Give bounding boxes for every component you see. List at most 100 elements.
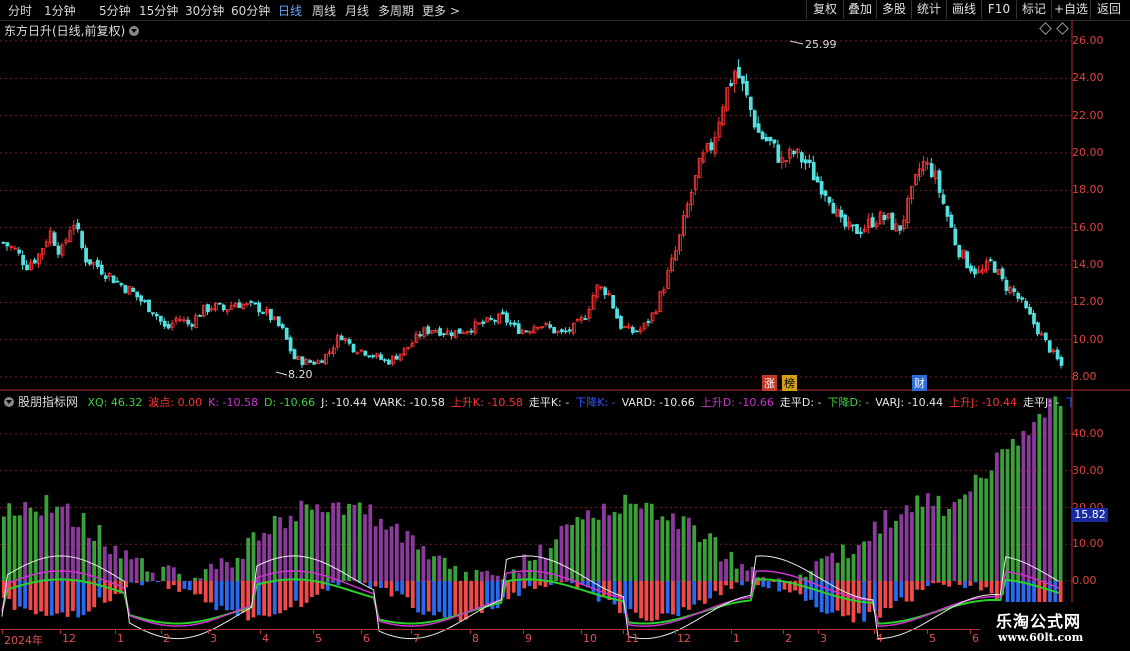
neg-bar	[209, 581, 213, 602]
neg-bar	[921, 581, 925, 590]
candle-body	[1033, 313, 1036, 323]
candle-body	[800, 153, 803, 162]
candle-body	[777, 145, 780, 162]
candle-body	[1025, 301, 1028, 307]
candle-body	[741, 76, 744, 83]
candle-body	[340, 336, 343, 340]
candle-body	[443, 334, 446, 335]
neg-bar	[517, 581, 521, 596]
xq-bar	[236, 558, 240, 581]
xq-bar	[167, 565, 171, 581]
candle-body	[372, 356, 375, 357]
xq-bar	[432, 556, 436, 581]
candle-body	[458, 329, 461, 334]
price-tick-label: 10.00	[1072, 333, 1104, 346]
candle-body	[1048, 341, 1051, 352]
neg-bar	[310, 581, 314, 597]
date-tick-label: 11	[625, 632, 639, 645]
date-tick-label: 12	[677, 632, 691, 645]
neg-bar	[294, 581, 298, 601]
xq-bar	[586, 510, 590, 581]
neg-bar	[894, 581, 898, 601]
candle-body	[33, 260, 36, 263]
xq-bar	[926, 493, 930, 581]
candle-body	[384, 360, 387, 361]
neg-bar	[979, 581, 983, 590]
xq-bar	[602, 504, 606, 581]
xq-bar	[1059, 406, 1063, 581]
date-tick-mark	[313, 630, 314, 634]
xq-bar	[220, 558, 224, 581]
neg-bar	[639, 581, 643, 618]
candle-body	[1021, 298, 1024, 299]
candle-body	[155, 314, 158, 316]
neg-bar	[485, 581, 489, 605]
candle-body	[958, 245, 961, 256]
candle-body	[124, 286, 127, 293]
neg-bar	[39, 581, 43, 611]
low-label: 8.20	[288, 368, 313, 381]
candle-body	[513, 323, 516, 325]
candle-body	[238, 303, 241, 308]
candle-body	[840, 210, 843, 217]
xq-bar	[1032, 422, 1036, 581]
candle-body	[946, 206, 949, 216]
current-value-badge: 15.82	[1072, 508, 1108, 522]
candle-body	[505, 313, 508, 322]
xq-bar	[995, 453, 999, 581]
neg-bar	[809, 581, 813, 600]
indicator-value: 波点: 0.00	[148, 396, 202, 409]
candle-body	[470, 331, 473, 332]
candle-body	[966, 252, 969, 268]
candle-body	[100, 265, 103, 274]
indicator-value: 下	[1065, 396, 1072, 409]
candle-body	[502, 312, 505, 314]
neg-bar	[724, 581, 728, 585]
xq-bar	[522, 554, 526, 581]
xq-bar	[931, 506, 935, 581]
kline-chart[interactable]	[0, 0, 1130, 650]
neg-bar	[156, 581, 160, 582]
date-tick-label: 6	[363, 632, 370, 645]
price-tick-label: 14.00	[1072, 258, 1104, 271]
neg-bar	[719, 581, 723, 595]
xq-bar	[990, 470, 994, 581]
neg-bar	[650, 581, 654, 621]
candle-body	[218, 303, 221, 304]
neg-bar	[883, 581, 887, 608]
xq-bar	[937, 496, 941, 581]
tag-ranking[interactable]: 榜	[782, 375, 797, 391]
neg-bar	[198, 581, 202, 594]
date-tick-label: 3	[210, 632, 217, 645]
xq-bar	[878, 534, 882, 581]
candle-body	[970, 266, 973, 271]
date-tick-label: 1	[117, 632, 124, 645]
xq-bar	[650, 504, 654, 581]
xq-bar	[66, 504, 70, 581]
candle-body	[321, 361, 324, 363]
candle-body	[753, 111, 756, 127]
xq-bar	[984, 479, 988, 581]
chevron-down-icon[interactable]	[4, 397, 14, 407]
xq-bar	[145, 571, 149, 581]
candle-body	[891, 213, 894, 229]
xq-bar	[331, 503, 335, 581]
tag-finance[interactable]: 财	[912, 375, 927, 391]
candle-body	[364, 351, 367, 355]
date-tick-mark	[731, 630, 732, 634]
price-tick-label: 24.00	[1072, 71, 1104, 84]
xq-bar	[124, 550, 128, 581]
tag-limit-up[interactable]: 涨	[762, 375, 777, 391]
indicator-value: 下降K: -	[575, 396, 615, 409]
xq-bar	[416, 549, 420, 581]
candle-body	[738, 67, 741, 77]
neg-bar	[729, 581, 733, 589]
neg-bar	[268, 581, 272, 617]
candle-body	[494, 320, 497, 321]
xq-bar	[915, 495, 919, 581]
neg-bar	[29, 581, 33, 610]
xq-bar	[421, 546, 425, 581]
xq-bar	[952, 502, 956, 581]
xq-bar	[23, 502, 27, 581]
xq-bar	[103, 546, 107, 581]
